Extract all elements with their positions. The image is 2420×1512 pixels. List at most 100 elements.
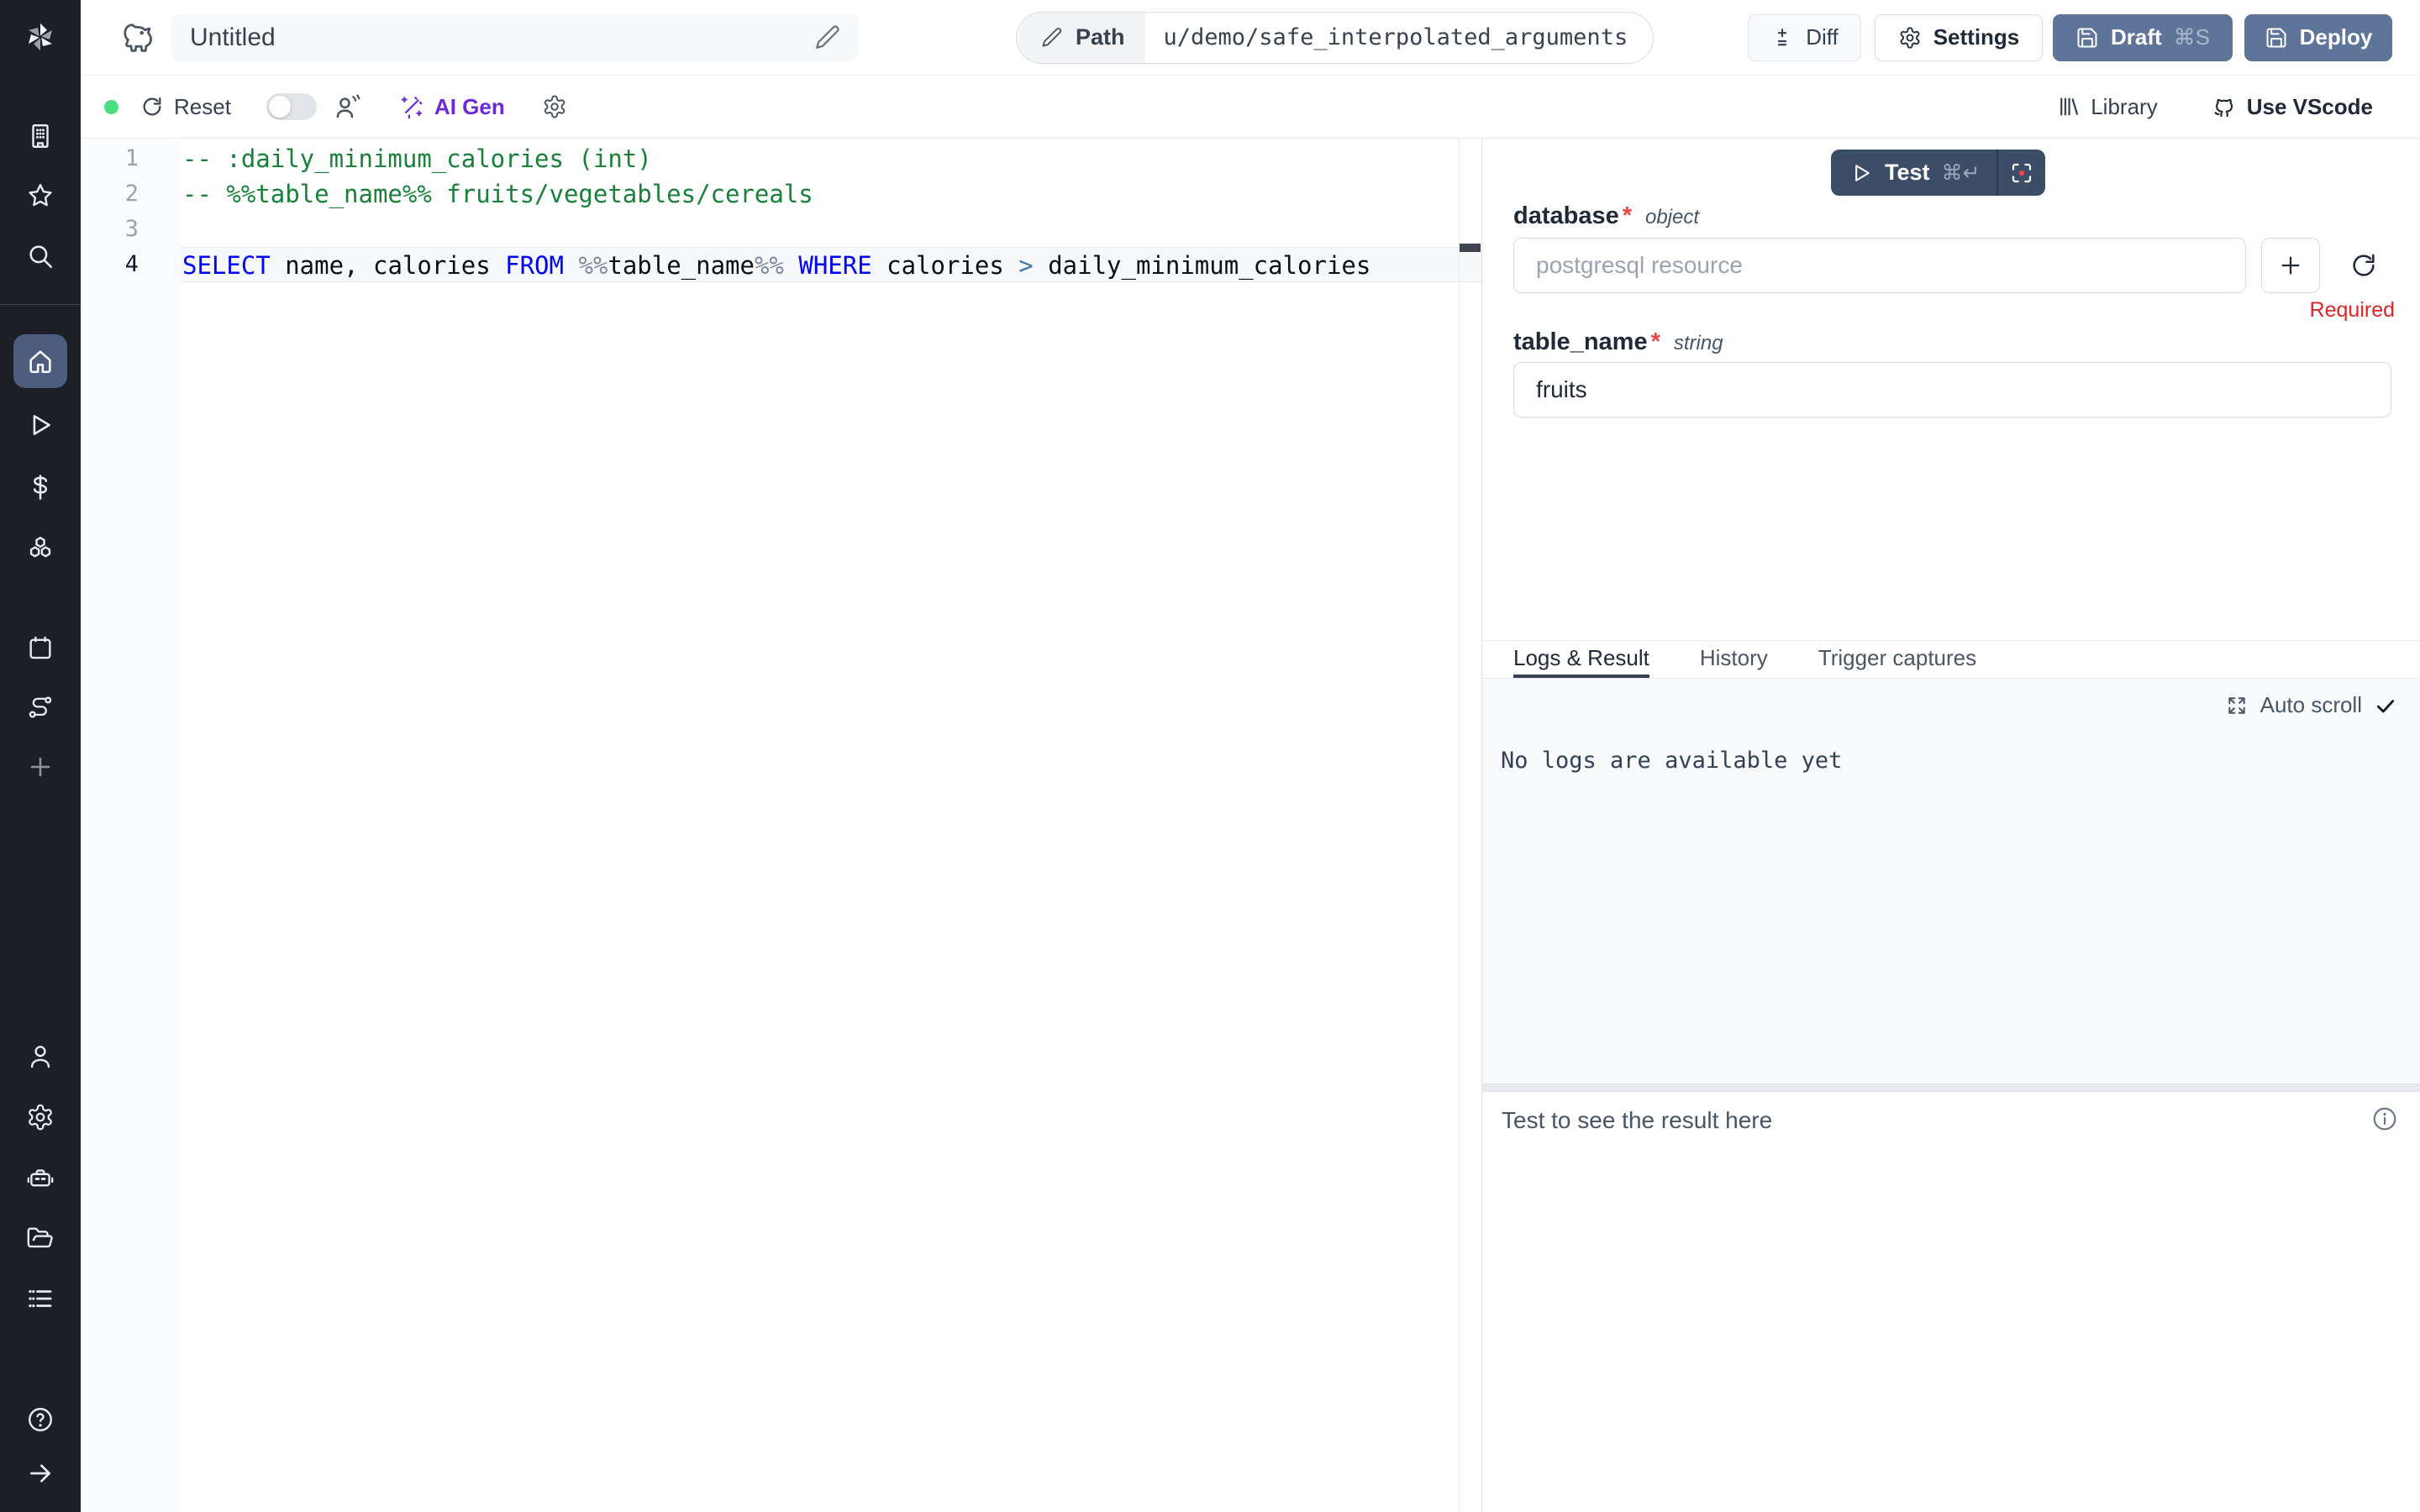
code-line[interactable]: -- :daily_minimum_calories (int) [181, 141, 1481, 176]
library-label: Library [2091, 94, 2157, 120]
table-name-input[interactable] [1513, 362, 2391, 417]
plus-minus-icon [1770, 26, 1794, 50]
sidebar-item-folders[interactable] [20, 1218, 60, 1258]
diff-button[interactable]: Diff [1748, 14, 1861, 61]
sidebar-item-users[interactable] [20, 1037, 60, 1077]
boxes-icon [26, 534, 55, 563]
sidebar-item-schedules[interactable] [20, 627, 60, 668]
multiplayer-toggle[interactable] [266, 93, 317, 120]
database-input[interactable] [1513, 238, 2246, 293]
code-line-active[interactable]: SELECT name, calories FROM %%table_name%… [181, 247, 1481, 282]
draft-shortcut: ⌘S [2174, 24, 2210, 50]
list-icon [26, 1284, 55, 1313]
sidebar-item-variables[interactable] [20, 467, 60, 507]
panel-splitter[interactable] [1482, 1084, 2420, 1092]
sidebar-item-triggers[interactable] [20, 687, 60, 727]
refresh-resources-button[interactable] [2345, 247, 2382, 284]
library-button[interactable]: Library [2057, 94, 2157, 120]
plus-icon [2277, 252, 2304, 279]
result-panel: Test to see the result here [1482, 1092, 2420, 1512]
test-button-group: Test ⌘↵ [1831, 150, 2045, 196]
sidebar-item-search[interactable] [20, 236, 60, 276]
use-vscode-label: Use VScode [2247, 94, 2373, 120]
edit-title-pencil-icon[interactable] [813, 24, 842, 52]
logs-empty-message: No logs are available yet [1501, 748, 1842, 774]
sidebar-item-resources[interactable] [20, 528, 60, 569]
sidebar-item-workers[interactable] [20, 1158, 60, 1198]
use-vscode-button[interactable]: Use VScode [2210, 93, 2373, 120]
sidebar-item-expand[interactable] [20, 1453, 60, 1494]
sidebar-item-runs[interactable] [20, 405, 60, 445]
field-label-database: database* object [1513, 202, 1699, 230]
result-empty-message: Test to see the result here [1502, 1107, 1772, 1134]
ai-gen-button[interactable]: AI Gen [399, 94, 505, 120]
sidebar-item-home[interactable] [13, 334, 67, 388]
windmill-logo-icon[interactable] [20, 17, 60, 57]
calendar-icon [26, 633, 55, 662]
test-label: Test [1885, 160, 1930, 186]
check-icon [2375, 695, 2396, 717]
plus-icon [26, 753, 55, 781]
app-window: Untitled Path u/demo/safe_interpolated_a… [0, 0, 2420, 1512]
capture-test-button[interactable] [1998, 150, 2045, 196]
code-line[interactable] [181, 212, 1481, 247]
script-title-box[interactable]: Untitled [171, 14, 859, 61]
line-number: 1 [88, 141, 139, 176]
tab-history[interactable]: History [1700, 641, 1768, 678]
code-line[interactable]: -- %%table_name%% fruits/vegetables/cere… [181, 176, 1481, 212]
code-area[interactable]: -- :daily_minimum_calories (int) -- %%ta… [181, 139, 1481, 1512]
sidebar-item-audit-logs[interactable] [20, 1278, 60, 1319]
github-icon [2210, 93, 2237, 120]
draft-label: Draft [2111, 24, 2162, 50]
tab-trigger-captures[interactable]: Trigger captures [1818, 641, 1976, 678]
refresh-icon [2349, 251, 2378, 280]
code-editor[interactable]: 1 2 3 4 -- :daily_minimum_calories (int)… [81, 139, 1481, 1512]
sidebar-item-workspace[interactable] [20, 116, 60, 156]
auto-scroll-control[interactable]: Auto scroll [2226, 692, 2396, 718]
editor-toolbar: Reset AI Gen [81, 76, 2420, 139]
sidebar-item-create[interactable] [20, 747, 60, 787]
required-error: Required [2310, 298, 2395, 323]
sidebar-item-settings[interactable] [20, 1097, 60, 1137]
sidebar [0, 0, 81, 1512]
gear-icon [1898, 26, 1922, 50]
settings-button[interactable]: Settings [1875, 14, 2043, 61]
top-bar: Untitled Path u/demo/safe_interpolated_a… [81, 0, 2420, 76]
field-label-table-name: table_name* string [1513, 328, 1723, 356]
robot-icon [26, 1163, 55, 1192]
path-value: u/demo/safe_interpolated_arguments [1145, 24, 1654, 50]
test-button[interactable]: Test ⌘↵ [1831, 150, 1996, 196]
save-icon [2075, 26, 2099, 50]
draft-button[interactable]: Draft ⌘S [2053, 14, 2233, 61]
result-tabs: Logs & Result History Trigger captures [1482, 640, 2420, 679]
tab-logs-result[interactable]: Logs & Result [1513, 641, 1649, 678]
add-resource-button[interactable] [2261, 238, 2320, 293]
tab-label: History [1700, 645, 1768, 671]
field-type: string [1674, 332, 1723, 355]
refresh-icon [140, 95, 164, 118]
required-asterisk: * [1651, 328, 1660, 356]
path-chip[interactable]: Path u/demo/safe_interpolated_arguments [1016, 12, 1654, 64]
reset-button[interactable]: Reset [140, 94, 231, 120]
sidebar-item-help[interactable] [20, 1399, 60, 1440]
postgresql-icon [119, 19, 156, 56]
sidebar-item-favorites[interactable] [20, 176, 60, 216]
scan-record-icon [2009, 160, 2034, 186]
toggle-knob [269, 96, 291, 118]
deploy-button[interactable]: Deploy [2244, 14, 2392, 61]
field-name: database [1513, 202, 1619, 230]
reset-label: Reset [174, 94, 231, 120]
sidebar-divider [0, 304, 81, 305]
script-title[interactable]: Untitled [190, 24, 813, 52]
expand-icon [2226, 695, 2248, 717]
route-icon [26, 693, 55, 722]
home-icon [26, 347, 55, 375]
editor-settings-gear-icon[interactable] [542, 94, 567, 119]
overview-ruler [1459, 139, 1481, 1512]
edit-path-pencil-icon [1040, 26, 1064, 50]
test-shortcut: ⌘↵ [1942, 160, 1981, 186]
overview-ruler-mark [1460, 244, 1481, 252]
info-icon[interactable] [2371, 1105, 2398, 1132]
required-asterisk: * [1623, 202, 1632, 230]
library-icon [2057, 95, 2081, 118]
